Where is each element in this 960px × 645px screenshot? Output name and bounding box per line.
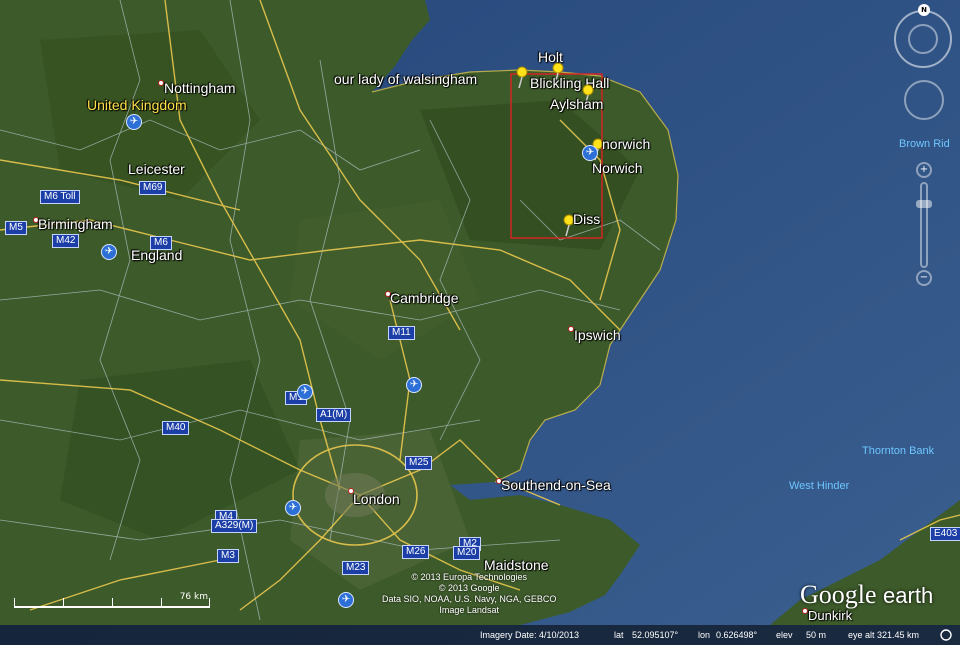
airport-icon: ✈	[338, 592, 354, 608]
road-shield: M42	[52, 234, 80, 248]
road-shield: A1(M)	[316, 408, 352, 422]
copyright-line: © 2013 Google	[438, 583, 500, 593]
scale-tick	[112, 598, 113, 608]
label-brown-ridge: Brown Rid	[899, 138, 950, 150]
road-shield: M23	[342, 561, 370, 575]
road-shield: E403	[930, 527, 960, 541]
placemark-norwich[interactable]: norwich	[602, 136, 650, 152]
scale-tick	[209, 598, 210, 608]
label-country: United Kingdom	[87, 97, 187, 113]
copyright-line: Data SIO, NOAA, U.S. Navy, NGA, GEBCO	[382, 594, 557, 604]
copyright-line: Image Landsat	[439, 605, 499, 615]
label-nottingham: Nottingham	[164, 80, 236, 96]
copyright-line: © 2013 Europa Technologies	[411, 572, 527, 582]
airport-icon: ✈	[126, 114, 142, 130]
look-joystick[interactable]	[908, 24, 938, 54]
label-leicester: Leicester	[128, 161, 185, 177]
label-ipswich: Ipswich	[574, 327, 621, 343]
pushpin-icon[interactable]	[514, 66, 530, 90]
status-bar: Imagery Date: 4/10/2013 lat 52.095107° l…	[0, 625, 960, 645]
zoom-out-button[interactable]: −	[916, 270, 932, 286]
road-shield: M6 Toll	[40, 190, 80, 204]
elev-label: elev	[776, 630, 793, 640]
road-shield: M11	[388, 326, 415, 340]
move-joystick[interactable]	[904, 80, 944, 120]
lon-value: 0.626498°	[716, 630, 758, 640]
airport-icon: ✈	[101, 244, 117, 260]
lat-label: lat	[614, 630, 624, 640]
road-shield: M40	[162, 421, 190, 435]
imagery-date: Imagery Date: 4/10/2013	[480, 630, 580, 640]
logo-product: earth	[883, 583, 934, 608]
placemark-holt[interactable]: Holt	[538, 49, 563, 65]
zoom-slider-handle[interactable]	[916, 200, 932, 208]
label-dunkirk: Dunkirk	[808, 608, 853, 623]
lon-label: lon	[698, 630, 711, 640]
road-shield: M26	[402, 545, 430, 559]
scale-bar: 76 km	[14, 592, 210, 612]
airport-icon: ✈	[297, 384, 313, 400]
scale-tick	[161, 598, 162, 608]
scale-tick	[14, 598, 15, 608]
eye-altitude: eye alt 321.45 km	[848, 630, 920, 640]
google-earth-logo: Google earth	[800, 580, 933, 610]
airport-icon: ✈	[285, 500, 301, 516]
earth-map-view[interactable]: Nottingham United Kingdom Leicester Birm…	[0, 0, 960, 645]
label-maidstone: Maidstone	[484, 557, 549, 573]
label-norwich-city: Norwich	[592, 160, 643, 176]
zoom-slider[interactable]	[920, 182, 928, 268]
label-london: London	[353, 491, 400, 507]
road-shield: M20	[453, 546, 481, 560]
road-shield: M5	[5, 221, 27, 235]
logo-brand: Google	[800, 580, 877, 609]
road-shield: M6	[150, 236, 172, 250]
copyright-block: © 2013 Europa Technologies © 2013 Google…	[382, 572, 556, 616]
road-shield: A329(M)	[211, 519, 258, 533]
label-cambridge: Cambridge	[390, 290, 459, 306]
label-southend: Southend-on-Sea	[501, 477, 611, 493]
placemark-walsingham[interactable]: our lady of walsingham	[334, 71, 477, 87]
label-birmingham: Birmingham	[38, 216, 113, 232]
airport-icon: ✈	[582, 145, 598, 161]
placemark-aylsham[interactable]: Aylsham	[550, 96, 603, 112]
scale-tick	[63, 598, 64, 608]
road-shield: M69	[139, 181, 167, 195]
elev-value: 50 m	[806, 630, 827, 640]
airport-icon: ✈	[406, 377, 422, 393]
road-shield: M3	[217, 549, 239, 563]
zoom-in-button[interactable]: +	[916, 162, 932, 178]
lat-value: 52.095107°	[632, 630, 679, 640]
compass-north-icon[interactable]: N	[918, 4, 930, 16]
placemark-blickling-hall[interactable]: Blickling Hall	[530, 75, 609, 91]
label-thornton-bank: Thornton Bank	[862, 445, 935, 457]
scale-label: 76 km	[179, 592, 208, 602]
road-shield: M25	[405, 456, 433, 470]
label-west-hinder: West Hinder	[789, 480, 850, 492]
streaming-status-icon	[940, 629, 952, 641]
placemark-diss[interactable]: Diss	[573, 211, 600, 227]
